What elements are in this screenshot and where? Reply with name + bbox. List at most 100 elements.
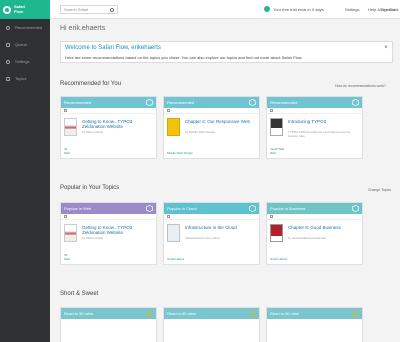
logo-line-2: Flow: [14, 8, 24, 14]
book-icon: [64, 215, 67, 218]
card-header-label: Read in 30 mins: [64, 311, 93, 316]
sidebar: Safari Flow Recommended Queue Settings T…: [0, 0, 50, 342]
search-placeholder: Search Safari: [64, 7, 89, 12]
section-title-recommended: Recommended for You: [60, 81, 122, 87]
change-topics-link[interactable]: Change Topics: [368, 188, 391, 192]
card-title[interactable]: Chapter 8: Good Business: [288, 225, 358, 230]
hexagon-badge-icon: [352, 205, 359, 212]
top-bar: Search Safari Your free trial ends in 9 …: [50, 0, 400, 19]
card-meta: Infrastructure in the Cloud: [185, 236, 220, 240]
list-icon: [6, 42, 10, 47]
card-topic-link[interactable]: Web: [64, 151, 70, 155]
card-body: Getting to Know...TYPO3 Zeldonation Webs…: [61, 220, 156, 264]
card-header-label: Popular in Cloud: [167, 206, 197, 211]
star-icon: [6, 25, 10, 30]
card-topic-link[interactable]: Small Harbor: [167, 257, 185, 261]
card-header: Read in 30 mins: [267, 308, 362, 319]
book-cover: [64, 118, 77, 136]
card-header-label: Read in 30 mins: [270, 311, 299, 316]
card-topic-link[interactable]: Mobile Web Design: [167, 151, 193, 155]
card-header-label: Recommended: [64, 100, 92, 105]
card-header: Popular in Business: [267, 203, 362, 214]
sidebar-item-label: Recommended: [15, 25, 43, 30]
content-card[interactable]: Popular in Cloud Infrastructure in the C…: [163, 202, 260, 265]
card-header: Recommended: [267, 97, 362, 108]
main-content: Hi erik.ehaerts Welcome to Safari Flow, …: [50, 19, 400, 342]
card-body: Chapter 6: Our Responsive Web by Mobile …: [164, 114, 259, 158]
sidebar-item-topics[interactable]: Topics: [0, 70, 50, 87]
card-title[interactable]: Introducing TYPO3: [288, 119, 358, 124]
stopwatch-icon: [352, 310, 359, 317]
logo-icon: [3, 5, 11, 14]
sidebar-item-recommended[interactable]: Recommended: [0, 19, 50, 36]
card-title[interactable]: Infrastructure in the Cloud: [185, 225, 255, 230]
content-card[interactable]: Read in 30 mins: [60, 307, 157, 342]
card-header-label: Popular in Web: [64, 206, 92, 211]
card-topic-link[interactable]: Web: [64, 257, 70, 261]
sidebar-item-settings[interactable]: Settings: [0, 53, 50, 70]
card-meta: by Mobile Web Design: [185, 130, 215, 134]
close-icon[interactable]: ×: [383, 45, 389, 51]
book-icon: [270, 215, 273, 218]
hexagon-badge-icon: [249, 99, 256, 106]
book-cover: [167, 118, 180, 136]
stopwatch-icon: [146, 310, 153, 317]
card-body: Getting to Know...TYPO3 Zeldonation Webs…: [61, 114, 156, 158]
book-cover: [167, 224, 180, 242]
content-card[interactable]: Popular in Web Getting to Know...TYPO3 Z…: [60, 202, 157, 265]
section-title-popular: Popular in Your Topics: [60, 185, 120, 191]
trial-notice[interactable]: Your free trial ends in 9 days.: [273, 7, 325, 12]
hexagon-badge-icon: [352, 99, 359, 106]
trial-status-icon: [264, 6, 270, 12]
recommendations-help-link[interactable]: How do recommendations work?: [335, 84, 386, 88]
card-header-label: Popular in Business: [270, 206, 306, 211]
search-input[interactable]: Search Safari: [60, 5, 118, 14]
welcome-title: Welcome to Safari Flow, erikehaerts: [65, 45, 161, 51]
sign-out-link[interactable]: Sign Out: [380, 7, 396, 12]
card-header: Read in 30 mins: [164, 308, 259, 319]
card-header: Recommended: [164, 97, 259, 108]
tag-icon: [6, 76, 10, 81]
book-cover: [270, 224, 283, 242]
card-header: Read in 30 mins: [61, 308, 156, 319]
card-header: Recommended: [61, 97, 156, 108]
content-card[interactable]: Recommended Introducing TYPO3 TYPO3 CMS …: [266, 96, 363, 159]
card-body: Infrastructure in the Cloud Infrastructu…: [164, 220, 259, 264]
search-icon[interactable]: [110, 7, 114, 12]
card-header-label: Recommended: [270, 100, 298, 105]
content-card[interactable]: Recommended Getting to Know...TYPO3 Zeld…: [60, 96, 157, 159]
safari-flow-logo[interactable]: Safari Flow: [0, 0, 50, 19]
sidebar-item-label: Queue: [15, 42, 28, 47]
content-card[interactable]: Read in 30 mins: [266, 307, 363, 342]
book-icon: [167, 109, 170, 112]
book-icon: [64, 109, 67, 112]
sidebar-item-queue[interactable]: Queue: [0, 36, 50, 53]
section-title-short-sweet: Short & Sweet: [60, 291, 99, 297]
card-body: Chapter 8: Good Business by Harvard Busi…: [267, 220, 362, 264]
book-cover: [64, 224, 77, 242]
welcome-message: Here are some recommendations based on t…: [65, 55, 303, 60]
content-card[interactable]: Popular in Business Chapter 8: Good Busi…: [266, 202, 363, 265]
book-cover: [270, 118, 283, 136]
card-meta: by Marco Hrbek: [82, 236, 104, 240]
content-card[interactable]: Read in 30 mins: [163, 307, 260, 342]
hexagon-badge-icon: [249, 205, 256, 212]
card-meta: TYPO3 CMS Development and Deployment by …: [288, 130, 351, 138]
card-meta: by Marco Hrbek: [82, 130, 104, 134]
card-topic-link[interactable]: Web: [270, 151, 276, 155]
sidebar-item-label: Topics: [15, 76, 27, 81]
sidebar-item-label: Settings: [15, 59, 30, 64]
hexagon-badge-icon: [146, 99, 153, 106]
card-title[interactable]: Getting to Know...TYPO3 Zeldonation Webs…: [82, 119, 152, 129]
gear-icon: [6, 59, 10, 64]
stopwatch-icon: [249, 310, 256, 317]
card-title[interactable]: Chapter 6: Our Responsive Web: [185, 119, 255, 124]
card-title[interactable]: Getting to Know...TYPO3 Zeldonation Webs…: [82, 225, 152, 235]
card-header: Popular in Web: [61, 203, 156, 214]
card-meta: by Harvard Business Review: [288, 236, 327, 240]
card-topic-link[interactable]: Small Harbor: [270, 257, 288, 261]
content-card[interactable]: Recommended Chapter 6: Our Responsive We…: [163, 96, 260, 159]
settings-link[interactable]: Settings: [345, 7, 359, 12]
card-header: Popular in Cloud: [164, 203, 259, 214]
welcome-banner: Welcome to Safari Flow, erikehaerts Here…: [60, 41, 393, 63]
